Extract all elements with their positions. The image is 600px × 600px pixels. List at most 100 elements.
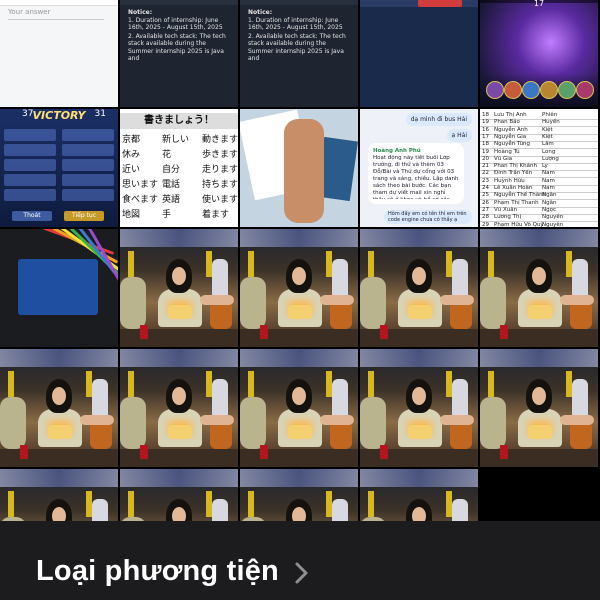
photo-chair	[210, 421, 232, 449]
worksheet-word: 休み	[122, 150, 141, 160]
circuit-board	[18, 259, 98, 315]
media-thumbnail[interactable]	[360, 0, 478, 107]
photo-chair	[90, 421, 112, 449]
worksheet-word: 使います	[202, 195, 238, 205]
media-thumbnail[interactable]: dạ mình đi bus Hải ạ Hải Hoàng Anh Phú Hoạt…	[360, 109, 478, 227]
photo-sign	[488, 251, 494, 277]
photo-cake	[168, 305, 192, 319]
photo-tent	[0, 469, 118, 487]
photo-tent	[240, 349, 358, 367]
media-thumbnail[interactable]: Notice: 1. Duration of internship: June 1…	[240, 0, 358, 107]
sender-name: Hoàng Anh Phú	[373, 148, 421, 154]
photo-sign	[368, 371, 374, 397]
worksheet-word: 花	[162, 150, 172, 160]
table-cell: Phạm Hữu Võ Quỳ	[494, 221, 544, 228]
photo-table	[480, 329, 598, 347]
photo-sign	[326, 371, 332, 397]
photo-chair	[570, 301, 592, 329]
worksheet-word: 地図	[122, 210, 141, 220]
photo-sign	[248, 251, 254, 277]
hero-portrait-icon	[558, 81, 576, 99]
photo-sign	[206, 251, 212, 277]
player-row	[4, 159, 56, 171]
photo-tent	[480, 229, 598, 247]
player-row	[62, 129, 114, 141]
doc-header	[120, 0, 238, 5]
chevron-right-icon[interactable]	[292, 561, 312, 585]
photo-tent	[360, 469, 478, 487]
worksheet-title: 書きましょう！	[120, 113, 238, 129]
media-thumbnail[interactable]	[240, 109, 358, 227]
left-score: 37	[22, 109, 34, 119]
photo-sign	[446, 251, 452, 277]
exit-button: Thoát	[12, 211, 52, 221]
chat-bubble-sent: Hôm đấy em có tên thì em trên code engin…	[384, 210, 472, 224]
photo-cake	[528, 305, 552, 319]
media-thumbnail[interactable]: Phá hủy trụ chính17	[480, 0, 598, 107]
worksheet-word: 手	[162, 210, 172, 220]
worksheet-word: 自分	[162, 165, 181, 175]
media-thumbnail[interactable]	[480, 229, 598, 347]
photo-girl-face	[52, 387, 66, 405]
media-thumbnail[interactable]	[480, 349, 598, 467]
media-thumbnail[interactable]	[240, 229, 358, 347]
chat-bubble-received: Hoàng Anh Phú Hoạt động này tiết buổi Lớp…	[368, 143, 464, 204]
photo-hand	[320, 415, 354, 425]
media-thumbnail[interactable]	[0, 349, 118, 467]
photo-sign	[86, 371, 92, 397]
media-thumbnail[interactable]: Notice: 1. Duration of internship: June 1…	[120, 0, 238, 107]
photo-tent	[360, 349, 478, 367]
photo-table	[360, 329, 478, 347]
photo-can	[140, 445, 148, 459]
media-thumbnail[interactable]: registered time!Your answer	[0, 0, 118, 107]
photo-chair	[450, 301, 472, 329]
worksheet-word: 思います	[122, 180, 159, 190]
media-thumbnail[interactable]: VICTORY 37 31 Thoát Tiếp tục	[0, 109, 118, 227]
photo-person	[120, 397, 146, 449]
photo-girl-face	[532, 267, 546, 285]
notice-heading: Notice:	[248, 9, 273, 16]
photo-hand	[560, 295, 594, 305]
media-thumbnail[interactable]	[360, 229, 478, 347]
notice-line: 1. Duration of internship: June 16th, 20…	[248, 17, 343, 32]
photo-chair	[210, 301, 232, 329]
media-thumbnail[interactable]	[360, 349, 478, 467]
photo-table	[0, 449, 118, 467]
photo-sign	[488, 371, 494, 397]
photo-sign	[446, 371, 452, 397]
photo-person	[240, 397, 266, 449]
media-thumbnail[interactable]: 18 Lưu Thị Anh Phiên 19 Phan Bảo Huyền 16 Nguyễ…	[480, 109, 598, 227]
photo-sign	[248, 491, 254, 517]
media-thumbnail[interactable]	[120, 349, 238, 467]
media-thumbnail[interactable]	[240, 349, 358, 467]
photo-sign	[8, 491, 14, 517]
photo-tent	[0, 349, 118, 367]
photo-girl-face	[172, 267, 186, 285]
photo-table	[360, 449, 478, 467]
player-row	[62, 144, 114, 156]
photo-cake	[408, 305, 432, 319]
photo-tent	[360, 229, 478, 247]
photo-can	[500, 325, 508, 339]
photo-sign	[8, 371, 14, 397]
photo-sign	[206, 371, 212, 397]
photo-girl-face	[292, 387, 306, 405]
media-thumbnail[interactable]	[0, 229, 118, 347]
photo-can	[500, 445, 508, 459]
photo-hand	[200, 295, 234, 305]
photo-table	[120, 449, 238, 467]
photo-girl-face	[172, 387, 186, 405]
player-row	[62, 174, 114, 186]
media-thumbnail[interactable]	[120, 229, 238, 347]
hero-portrait-icon	[540, 81, 558, 99]
photo-table	[240, 329, 358, 347]
photo-sign	[206, 491, 212, 517]
photo-tent	[240, 469, 358, 487]
photo-tent	[120, 469, 238, 487]
worksheet-word: 歩きます	[202, 150, 238, 160]
media-thumbnail[interactable]: 書きましょう！ 京都 新しい 動きます 休み 花 歩きます 近い 自分 走ります 思います 電話 持ちま…	[120, 109, 238, 227]
media-types-label[interactable]: Loại phương tiện	[36, 555, 279, 588]
photo-cake	[288, 425, 312, 439]
photo-girl-face	[412, 267, 426, 285]
photo-sign	[566, 371, 572, 397]
